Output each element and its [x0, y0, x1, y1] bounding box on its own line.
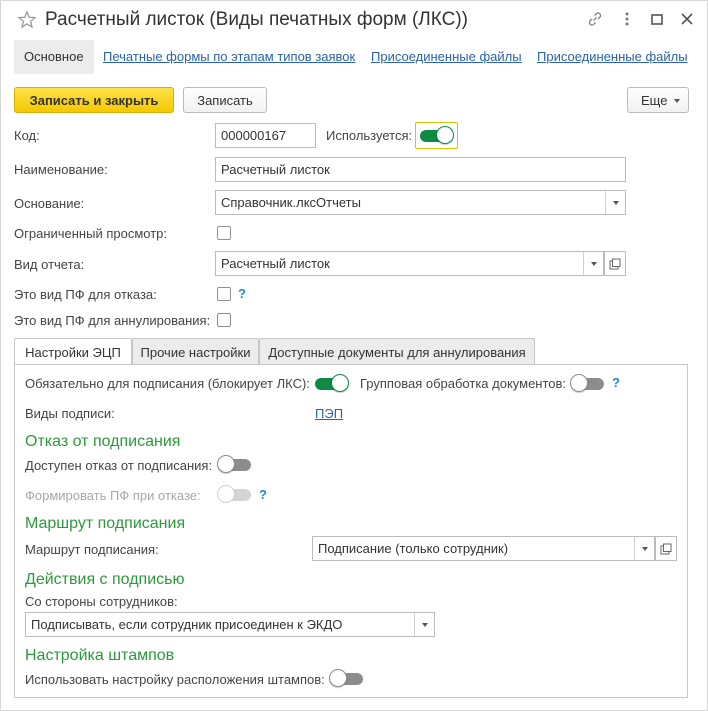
refusal-section-title: Отказ от подписания [25, 433, 181, 450]
stamps-toggle[interactable] [329, 669, 363, 687]
employee-side-select[interactable]: Подписывать, если сотрудник присоединен … [25, 612, 435, 637]
cancel-pf-checkbox[interactable] [217, 313, 231, 327]
help-icon[interactable]: ? [612, 375, 620, 390]
sign-kinds-link[interactable]: ПЭП [315, 406, 343, 421]
more-button[interactable]: Еще [627, 87, 689, 113]
form-pf-refusal-label: Формировать ПФ при отказе: [25, 488, 201, 503]
used-toggle[interactable] [420, 126, 454, 144]
report-kind-value: Расчетный листок [221, 256, 330, 271]
help-icon[interactable]: ? [238, 286, 246, 301]
refusal-pf-checkbox[interactable] [217, 287, 231, 301]
dropdown-arrow-icon[interactable] [583, 252, 603, 275]
tab-print-forms-stages[interactable]: Печатные формы по этапам типов заявок [103, 49, 355, 64]
used-toggle-focus [415, 122, 458, 149]
close-icon[interactable] [678, 10, 696, 28]
more-button-label: Еще [641, 92, 668, 108]
employee-side-value: Подписывать, если сотрудник присоединен … [31, 617, 343, 632]
form-pf-refusal-toggle [217, 485, 251, 503]
tab-ecp-settings[interactable]: Настройки ЭЦП [14, 338, 132, 366]
refusal-available-toggle[interactable] [217, 455, 251, 473]
report-kind-select[interactable]: Расчетный листок [215, 251, 604, 276]
report-kind-label: Вид отчета: [14, 257, 85, 272]
basis-label: Основание: [14, 196, 85, 211]
basis-value: Справочник.лксОтчеты [221, 195, 361, 210]
route-label: Маршрут подписания: [25, 542, 159, 557]
tab-other-settings[interactable]: Прочие настройки [132, 338, 259, 365]
used-label: Используется: [326, 128, 413, 143]
restricted-label: Ограниченный просмотр: [14, 226, 168, 241]
tab-cancel-documents[interactable]: Доступные документы для аннулирования [259, 338, 535, 365]
basis-select[interactable]: Справочник.лксОтчеты [215, 190, 626, 215]
maximize-icon[interactable] [648, 10, 666, 28]
stamps-label: Использовать настройку расположения штам… [25, 672, 325, 687]
name-label: Наименование: [14, 162, 108, 177]
required-signing-toggle[interactable] [315, 374, 349, 392]
window-title: Расчетный листок (Виды печатных форм (ЛК… [45, 9, 468, 30]
stamps-section-title: Настройка штампов [25, 647, 175, 664]
route-section-title: Маршрут подписания [25, 515, 186, 532]
dropdown-arrow-icon[interactable] [414, 613, 434, 636]
code-field[interactable]: 000000167 [215, 123, 316, 148]
group-processing-label: Групповая обработка документов: [360, 376, 567, 391]
star-icon[interactable] [17, 10, 37, 30]
help-icon[interactable]: ? [259, 487, 267, 502]
code-label: Код: [14, 128, 40, 143]
save-button[interactable]: Записать [183, 87, 267, 113]
more-icon[interactable] [618, 10, 636, 28]
route-select[interactable]: Подписание (только сотрудник) [312, 536, 655, 561]
open-icon[interactable] [655, 536, 677, 561]
refusal-pf-label: Это вид ПФ для отказа: [14, 287, 157, 302]
sign-kinds-label: Виды подписи: [25, 406, 115, 421]
link-icon[interactable] [586, 10, 604, 28]
dropdown-arrow-icon[interactable] [634, 537, 654, 560]
form-window: Расчетный листок (Виды печатных форм (ЛК… [0, 0, 708, 711]
restricted-checkbox[interactable] [217, 226, 231, 240]
employee-side-label: Со стороны сотрудников: [25, 594, 178, 609]
cancel-pf-label: Это вид ПФ для аннулирования: [14, 313, 211, 328]
actions-section-title: Действия с подписью [25, 571, 185, 588]
save-and-close-button[interactable]: Записать и закрыть [14, 87, 174, 113]
tab-attached-files-1[interactable]: Присоединенные файлы [371, 49, 522, 64]
tab-main[interactable]: Основное [14, 40, 94, 74]
dropdown-arrow-icon[interactable] [605, 191, 625, 214]
tab-attached-files-2[interactable]: Присоединенные файлы [537, 49, 688, 64]
group-processing-toggle[interactable] [570, 374, 604, 392]
required-signing-label: Обязательно для подписания (блокирует ЛК… [25, 376, 310, 391]
route-value: Подписание (только сотрудник) [318, 541, 509, 556]
refusal-available-label: Доступен отказ от подписания: [25, 458, 213, 473]
open-icon[interactable] [604, 251, 626, 276]
chevron-down-icon [674, 99, 680, 103]
name-field[interactable]: Расчетный листок [215, 157, 626, 182]
